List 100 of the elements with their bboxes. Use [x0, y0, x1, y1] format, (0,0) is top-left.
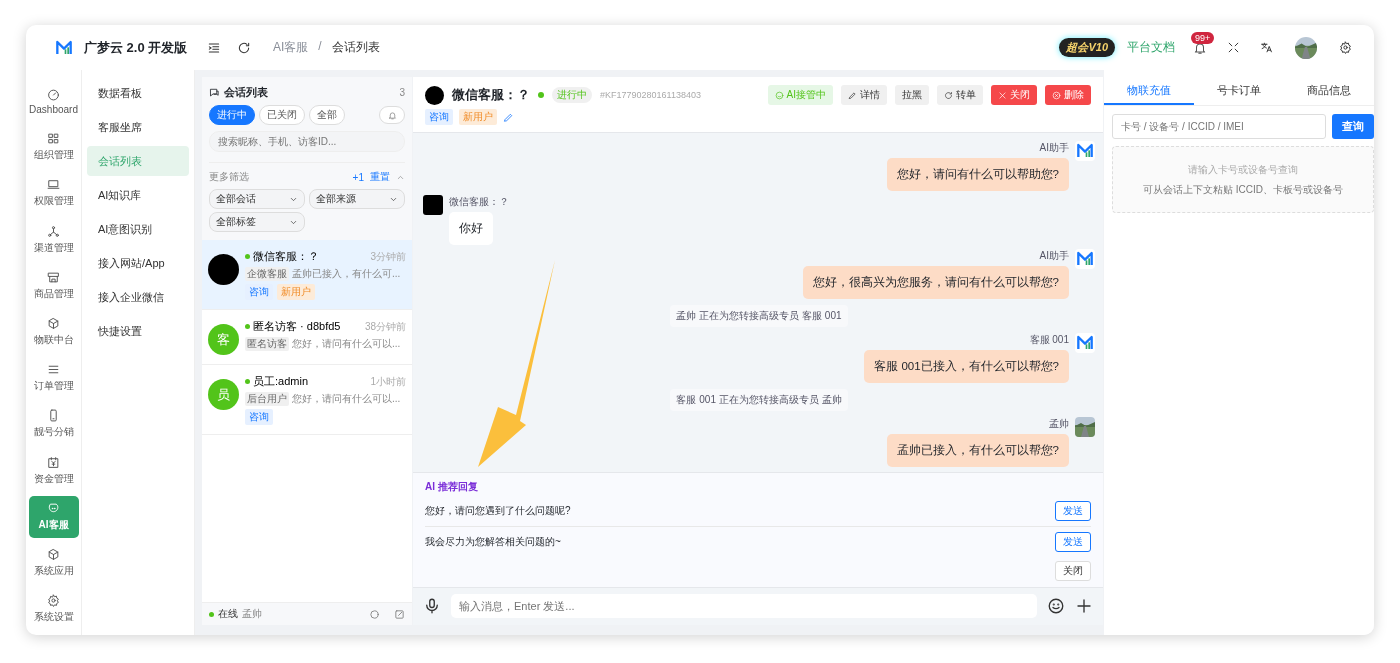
message-preview: 孟帅已接入，有什么可...: [292, 267, 401, 281]
system-message: 孟帅 正在为您转接高级专员 客服 001: [670, 305, 848, 327]
message-bubble: 你好: [449, 212, 493, 245]
pencil-icon: [848, 90, 857, 100]
network-icon: [47, 224, 60, 238]
nav-rail-item[interactable]: 物联中台: [28, 310, 79, 353]
nav-rail-item[interactable]: 订单管理: [28, 357, 79, 400]
action-button[interactable]: 详情: [841, 85, 887, 105]
timestamp: 1小时前: [370, 374, 406, 389]
tag: 咨询: [245, 409, 273, 425]
nav-rail-item[interactable]: 靓号分销: [28, 403, 79, 446]
emoji-icon: [1047, 597, 1065, 615]
status-dot: [538, 92, 544, 98]
tag: 咨询: [425, 109, 453, 125]
submenu-item[interactable]: 数据看板: [87, 78, 189, 108]
logo-icon: [56, 39, 72, 56]
reset-link[interactable]: 重置: [370, 170, 390, 184]
filter-count: +1: [352, 171, 364, 183]
filter-select[interactable]: 全部来源: [309, 189, 405, 209]
message-input[interactable]: 输入消息，Enter 发送...: [451, 594, 1037, 618]
submenu-item[interactable]: 快捷设置: [87, 316, 189, 346]
filter-tab[interactable]: 进行中: [209, 105, 255, 125]
submenu-item[interactable]: 接入网站/App: [87, 248, 189, 278]
action-button[interactable]: 拉黑: [895, 85, 929, 105]
nav-rail-item[interactable]: 组织管理: [28, 126, 79, 169]
contact-name: 微信客服：？: [253, 249, 319, 264]
submenu-item[interactable]: 接入企业微信: [87, 282, 189, 312]
action-button[interactable]: 关闭: [991, 85, 1037, 105]
search-field[interactable]: 卡号 / 设备号 / ICCID / IMEI: [1112, 114, 1326, 139]
laptop-icon: [47, 178, 60, 192]
filter-select[interactable]: 全部标签: [209, 212, 305, 232]
conversation-id: #KF17790280161138403: [600, 90, 701, 100]
contact-name: 匿名访客 · d8bfd5: [253, 319, 341, 334]
fullscreen-icon: [1227, 41, 1240, 54]
app-title: 广梦云 2.0 开发版: [84, 38, 188, 57]
search-field[interactable]: 搜索昵称、手机、访客ID...: [209, 131, 405, 152]
tab[interactable]: 商品信息: [1284, 77, 1374, 105]
refresh-icon: [944, 90, 953, 100]
tag: 新用户: [277, 284, 315, 300]
avatar: 客: [208, 324, 239, 355]
chat-icon: [209, 87, 220, 98]
tag: 新用户: [459, 109, 497, 125]
nav-rail-item[interactable]: 权限管理: [28, 172, 79, 215]
nav-rail-item[interactable]: 系统设置: [28, 588, 79, 631]
refresh-icon: [237, 40, 251, 55]
message-preview: 您好，请问有什么可以...: [292, 392, 401, 406]
message-bubble: 孟帅已接入，有什么可以帮您?: [886, 434, 1069, 467]
smile-icon: [774, 90, 784, 100]
filter-tab[interactable]: 已关闭: [259, 105, 305, 125]
vip-badge[interactable]: 超会V10: [1059, 38, 1115, 57]
avatar-icon: [425, 85, 444, 105]
gauge-icon: [47, 87, 60, 101]
suggested-reply: 我会尽力为您解答相关问题的~: [425, 535, 561, 549]
nav-rail-item[interactable]: Dashboard: [28, 80, 79, 122]
panel-title: 会话列表: [224, 85, 268, 100]
filter-select[interactable]: 全部会话: [209, 189, 305, 209]
status-badge: 进行中: [552, 87, 592, 103]
filter-label: 更多筛选: [209, 170, 249, 184]
system-message: 客服 001 正在为您转接高级专员 孟帅: [670, 389, 848, 411]
grid-icon: [47, 132, 60, 146]
message-bubble: 您好，很高兴为您服务，请问有什么可以帮您?: [802, 266, 1069, 299]
sender-name: 孟帅: [1049, 417, 1069, 431]
conversation-item[interactable]: 微信客服：？ 3分钟前 企微客服 孟帅已接入，有什么可... 咨询 新用户: [202, 240, 412, 310]
breadcrumb-separator: /: [318, 39, 322, 55]
nav-rail-item[interactable]: 商品管理: [28, 264, 79, 307]
action-button[interactable]: 转单: [937, 85, 983, 105]
tab[interactable]: 号卡订单: [1194, 77, 1284, 105]
cube-icon: [47, 316, 60, 330]
close-button[interactable]: 关闭: [1055, 561, 1091, 581]
circle-icon: [369, 608, 380, 620]
sender-name: 微信客服：？: [449, 195, 509, 209]
pencil-icon: [503, 111, 514, 123]
message-preview: 您好，请问有什么可以...: [292, 337, 401, 351]
filter-tab[interactable]: 全部: [309, 105, 345, 125]
message-bubble: 您好，请问有什么可以帮助您?: [886, 158, 1069, 191]
microphone-icon: [423, 597, 441, 615]
submenu-item[interactable]: AI意图识别: [87, 214, 189, 244]
tab[interactable]: 物联充值: [1104, 77, 1194, 105]
breadcrumb-item: 会话列表: [331, 39, 380, 56]
submenu-item[interactable]: 客服坐席: [87, 112, 189, 142]
query-button[interactable]: 查询: [1332, 114, 1374, 139]
plus-icon: [1075, 597, 1093, 615]
message-bubble: 客服 001已接入，有什么可以帮您?: [864, 350, 1069, 383]
user-name: 孟帅: [242, 607, 262, 621]
bell-icon: [387, 110, 397, 120]
bell-button[interactable]: [379, 106, 405, 124]
submenu-item[interactable]: AI知识库: [87, 180, 189, 210]
send-button[interactable]: 发送: [1055, 501, 1091, 521]
menu-icon: [207, 40, 221, 55]
sender-name: AI助手: [1039, 141, 1069, 155]
status-text: 在线: [218, 607, 238, 621]
action-button[interactable]: 删除: [1045, 85, 1091, 105]
avatar: 员: [208, 379, 239, 410]
send-button[interactable]: 发送: [1055, 532, 1091, 552]
nav-rail-item[interactable]: 渠道管理: [28, 218, 79, 261]
avatar-icon: [423, 195, 443, 215]
nav-rail-item[interactable]: 资金管理: [28, 449, 79, 492]
nav-rail-item[interactable]: 系统应用: [28, 541, 79, 584]
external-link-icon: [394, 608, 405, 620]
edit-button[interactable]: [503, 111, 514, 123]
